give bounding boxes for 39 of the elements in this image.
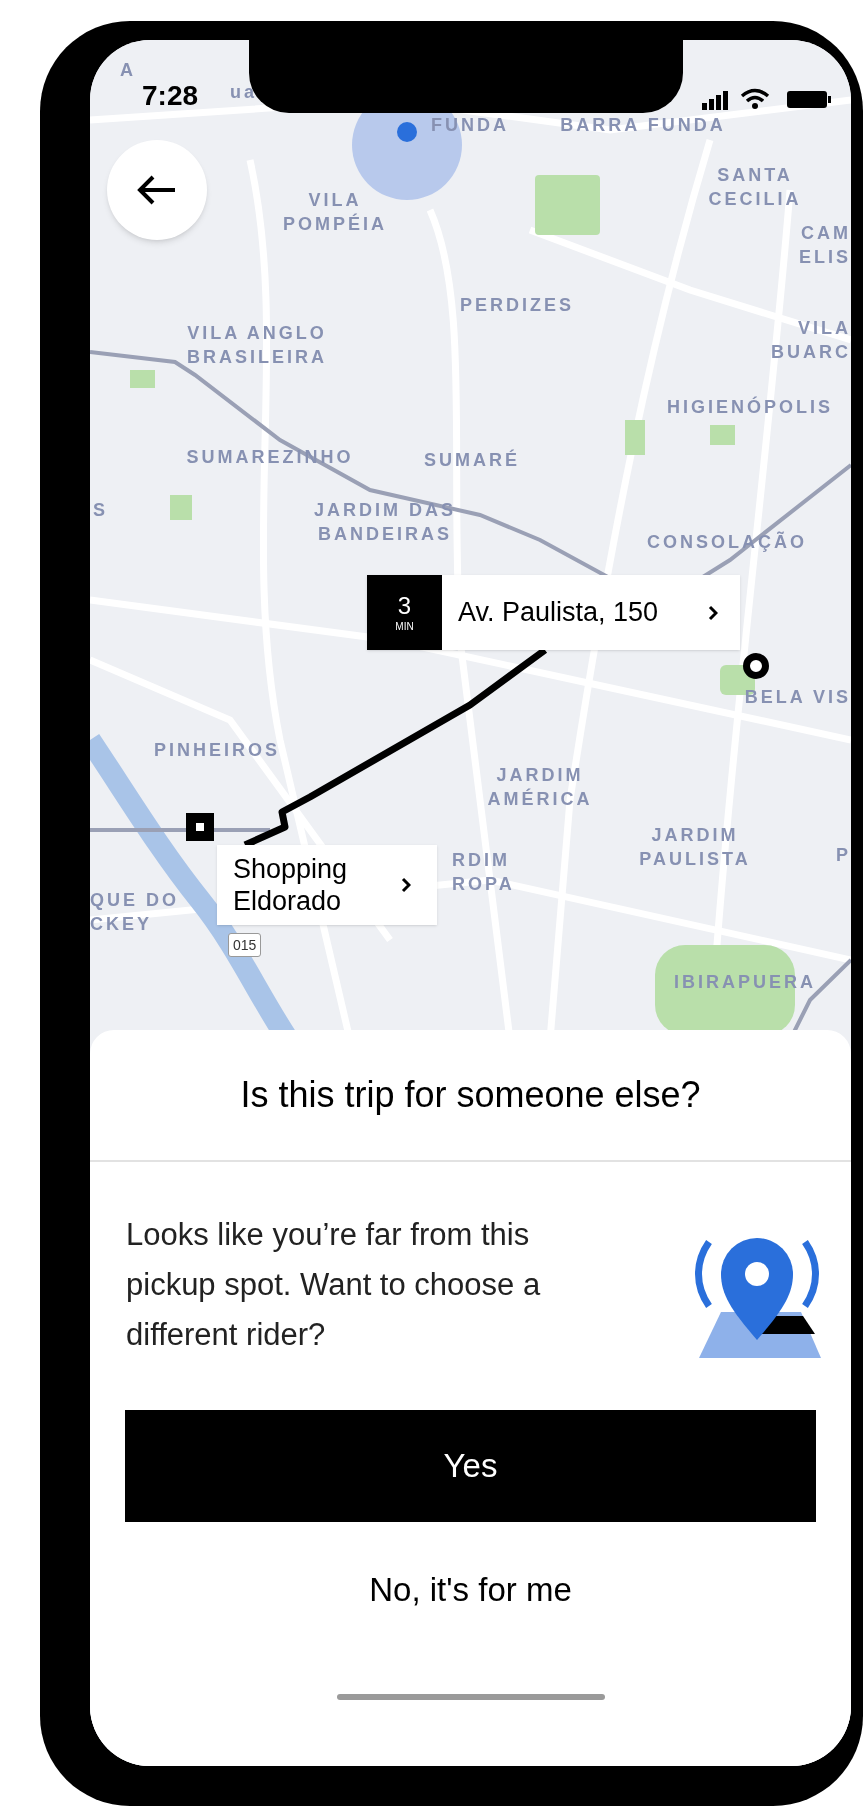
chevron-icon: [708, 604, 718, 621]
map-label: JARDIM DAS BANDEIRAS: [314, 499, 456, 546]
map-label: CAM ELIS: [799, 222, 851, 269]
map-label: JARDIM AMÉRICA: [487, 764, 593, 811]
map-label: VILA ANGLO BRASILEIRA: [187, 322, 327, 369]
eta-value: 3: [397, 593, 412, 618]
signal-icon: [702, 90, 728, 110]
map-label: HIGIENÓPOLIS: [667, 395, 833, 419]
map-label: BELA VIS: [744, 686, 851, 709]
address-label: Av. Paulista, 150: [458, 596, 659, 630]
origin-label: Shopping Eldorado: [233, 853, 349, 917]
chevron-icon: [401, 877, 411, 893]
map-label: ua: [230, 81, 257, 104]
origin-marker: [186, 813, 214, 841]
map-label: JARDIM PAULISTA: [639, 824, 751, 871]
eta-unit: MIN: [395, 621, 414, 632]
map-label: PERDIZES: [460, 294, 574, 317]
sheet-message: Looks like you’re far from this pickup spot. Want to choose a different rider?: [126, 1216, 542, 1354]
map-label: FUNDA: [431, 114, 509, 137]
wifi-icon: [740, 88, 770, 110]
map-label: P: [836, 844, 851, 867]
map-label: SUMARÉ: [424, 448, 520, 472]
map-label: A: [120, 59, 136, 82]
map-label: VILA POMPÉIA: [283, 189, 387, 236]
map-label: VILA BUARC: [771, 317, 851, 364]
road-shield: 015: [228, 933, 262, 957]
map-label: BARRA FUNDA: [560, 114, 726, 137]
destination-callout[interactable]: 3 MIN Av. Paulista, 150: [367, 575, 740, 650]
back-arrow-icon: [137, 174, 177, 206]
map-label: RDIM ROPA: [452, 849, 515, 896]
map-label: S: [93, 499, 108, 522]
status-time: 7:28: [142, 82, 199, 110]
map-label: QUE DO CKEY: [90, 889, 179, 936]
origin-callout[interactable]: Shopping Eldorado: [217, 845, 437, 925]
battery-icon: [787, 91, 831, 108]
map-label: PINHEIROS: [154, 739, 280, 762]
sheet-title: Is this trip for someone else?: [240, 1073, 701, 1117]
map-label: SANTA CECILIA: [708, 164, 802, 211]
primary-button[interactable]: Yes: [125, 1410, 816, 1522]
